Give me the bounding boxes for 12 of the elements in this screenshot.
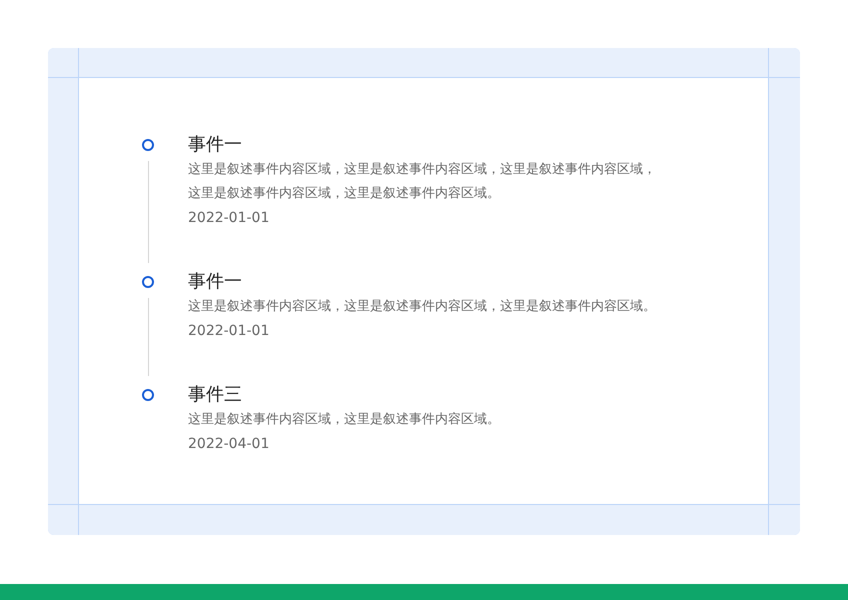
event-title: 事件一: [188, 133, 243, 157]
event-title: 事件三: [188, 383, 243, 407]
timeline-dot-icon: [142, 139, 154, 151]
event-date: 2022-04-01: [188, 435, 270, 454]
event-description: 这里是叙述事件内容区域，这里是叙述事件内容区域。: [188, 411, 501, 429]
event-description: 这里是叙述事件内容区域，这里是叙述事件内容区域，这里是叙述事件内容区域。: [188, 298, 657, 316]
timeline-dot-icon: [142, 276, 154, 288]
event-date: 2022-01-01: [188, 322, 270, 341]
event-date: 2022-01-01: [188, 209, 270, 228]
event-title: 事件一: [188, 270, 243, 294]
timeline-dot-icon: [142, 389, 154, 401]
event-description: 这里是叙述事件内容区域，这里是叙述事件内容区域，这里是叙述事件内容区域，这里是叙述事件内容区域，这里是叙述事件内容区域。: [188, 161, 657, 203]
